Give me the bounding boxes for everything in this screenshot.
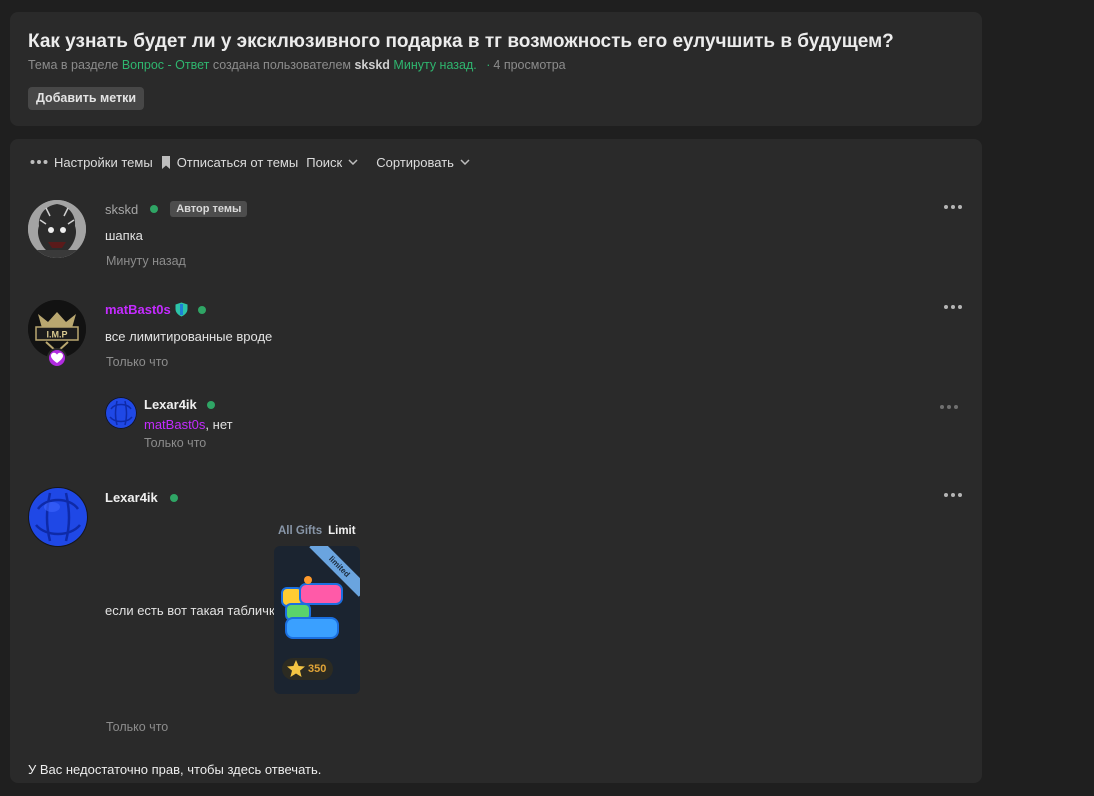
bookmark-icon (161, 155, 171, 169)
online-status-icon (206, 400, 215, 409)
chevron-down-icon (348, 159, 358, 165)
post-text: если есть вот такая табличка (105, 603, 283, 618)
thread-header: Как узнать будет ли у эксклюзивного пода… (10, 12, 982, 126)
add-tags-button[interactable]: Добавить метки (28, 87, 145, 110)
post-time[interactable]: Минуту назад (106, 254, 186, 268)
avatar-text: I.M.P (46, 330, 67, 340)
no-permission-notice: У Вас недостаточно прав, чтобы здесь отв… (28, 762, 322, 777)
section-link[interactable]: Вопрос - Ответ (122, 58, 210, 72)
gift-card: limited 350 (274, 546, 360, 694)
thread-toolbar: Настройки темы Отписаться от темы Поиск … (30, 153, 478, 171)
birthday-sticker-icon (281, 576, 343, 639)
online-status-icon (150, 205, 159, 213)
gift-tabs: All Gifts Limit (278, 525, 356, 537)
avatar-lexar4ik[interactable] (105, 397, 137, 429)
post-text: все лимитированные вроде (105, 329, 273, 344)
reply-header: Lexar4ik (144, 397, 215, 412)
sort-dropdown[interactable]: Сортировать (376, 155, 470, 170)
online-status-icon (197, 305, 206, 314)
author-badge: Автор темы (170, 201, 248, 217)
reply-time[interactable]: Только что (144, 436, 206, 450)
username-link[interactable]: matBast0s (105, 302, 171, 317)
gift-price: 350 (282, 658, 334, 680)
thread-settings-label: Настройки темы (54, 154, 153, 170)
username-link[interactable]: skskd (105, 202, 138, 217)
created-time-link[interactable]: Минуту назад. (393, 58, 476, 72)
meta-prefix: Тема в разделе (28, 58, 119, 72)
online-status-icon (169, 493, 178, 502)
star-icon (287, 660, 305, 677)
post-text: шапка (105, 228, 143, 243)
chevron-down-icon (460, 159, 470, 165)
reply-more-button[interactable] (940, 402, 960, 412)
username-link[interactable]: Lexar4ik (105, 490, 158, 505)
reply-text-suffix: , нет (205, 417, 233, 432)
search-label: Поиск (306, 154, 343, 170)
heart-badge-icon (47, 348, 67, 368)
post-time[interactable]: Только что (106, 355, 168, 369)
unsubscribe-button[interactable]: Отписаться от темы (161, 154, 299, 170)
meta-separator: · (486, 58, 491, 72)
gift-screenshot[interactable]: All Gifts Limit limited 350 (274, 525, 364, 695)
search-dropdown[interactable]: Поиск (306, 155, 358, 170)
sort-label: Сортировать (376, 154, 454, 170)
post-more-button[interactable] (944, 490, 964, 500)
post-header: matBast0s (105, 302, 206, 317)
post-more-button[interactable] (944, 202, 964, 212)
posts-container: Настройки темы Отписаться от темы Поиск … (10, 139, 982, 783)
username-link[interactable]: Lexar4ik (144, 397, 197, 412)
reply-text: matBast0s, нет (144, 417, 233, 432)
more-horizontal-icon (30, 159, 48, 165)
views-count: 4 просмотра (493, 58, 566, 72)
post-header: skskd Автор темы (105, 201, 248, 217)
avatar-lexar4ik[interactable] (28, 487, 88, 547)
post-header: Lexar4ik (105, 490, 178, 505)
mention-link[interactable]: matBast0s (144, 417, 205, 432)
author-link[interactable]: skskd (354, 58, 389, 72)
gift-price-value: 350 (308, 663, 327, 675)
gift-tab-all: All Gifts (278, 525, 323, 537)
post-more-button[interactable] (944, 302, 964, 312)
gift-tab-limited: Limit (328, 525, 356, 537)
avatar-skskd[interactable] (28, 200, 86, 258)
thread-meta: Тема в разделе Вопрос - Ответ создана по… (28, 58, 566, 72)
unsubscribe-label: Отписаться от темы (176, 154, 299, 170)
post-time[interactable]: Только что (106, 720, 168, 734)
meta-mid: создана пользователем (212, 58, 351, 72)
thread-settings-button[interactable]: Настройки темы (30, 155, 153, 170)
shield-icon (175, 302, 188, 317)
thread-title: Как узнать будет ли у эксклюзивного пода… (28, 31, 894, 52)
